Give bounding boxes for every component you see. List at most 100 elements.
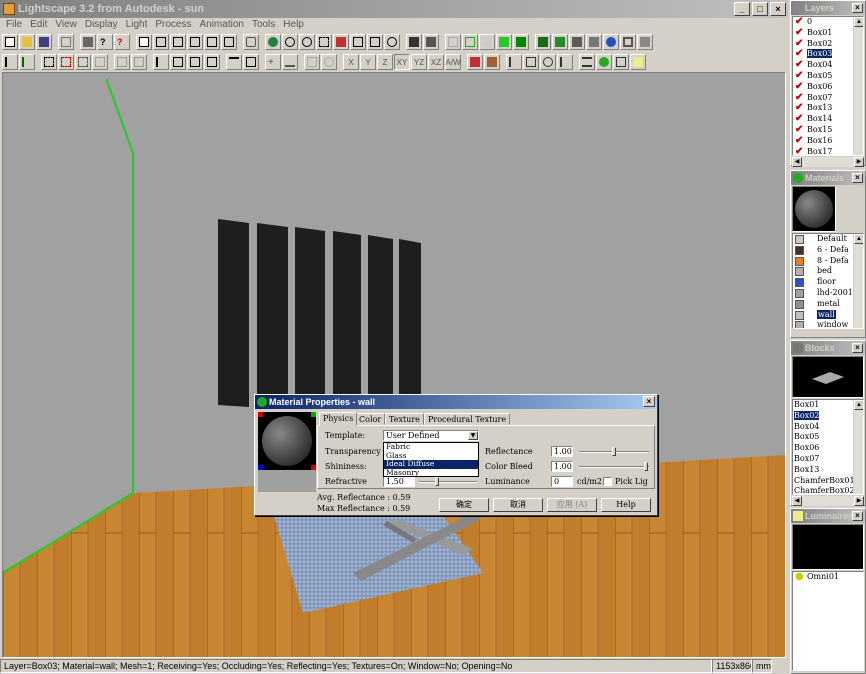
- plane-xy-button[interactable]: XY: [394, 54, 410, 70]
- view-right-icon[interactable]: [204, 34, 220, 50]
- select-plus-icon[interactable]: [19, 54, 35, 70]
- add-point-icon[interactable]: +: [265, 54, 281, 70]
- display-icon[interactable]: [637, 34, 653, 50]
- select-window-icon[interactable]: [41, 54, 57, 70]
- undo-button[interactable]: [58, 34, 74, 50]
- menu-tools[interactable]: Tools: [248, 18, 279, 32]
- properties-icon[interactable]: [243, 54, 259, 70]
- zoom-icon[interactable]: [299, 34, 315, 50]
- dialog-close-button[interactable]: ×: [643, 396, 655, 407]
- close-button[interactable]: ×: [770, 2, 786, 16]
- person-icon[interactable]: [506, 54, 522, 70]
- wire-cube-icon[interactable]: [445, 34, 461, 50]
- layer-visible-checkbox[interactable]: ✔: [795, 146, 805, 155]
- apply-button[interactable]: 应用 (A): [547, 498, 597, 512]
- world-axis-button[interactable]: A/W: [445, 54, 461, 70]
- menu-help[interactable]: Help: [279, 18, 308, 32]
- globe-icon[interactable]: [603, 34, 619, 50]
- zoom-window-icon[interactable]: [316, 34, 332, 50]
- refractive-slider[interactable]: [419, 481, 477, 483]
- luminaires-panel-title[interactable]: Luminaires ×: [791, 509, 865, 523]
- eye-icon[interactable]: [265, 34, 281, 50]
- copy-icon[interactable]: [114, 54, 130, 70]
- blocks-list[interactable]: Box01 Box02 Box04 Box05 Box06 Box07 Box13 Chamf…: [792, 399, 864, 495]
- sun-icon[interactable]: [540, 54, 556, 70]
- rotate-icon[interactable]: [384, 34, 400, 50]
- layers-list[interactable]: ✔ 0 ✔ Box01 ✔ Box02 ✔ Box03 ✔ Box04 ✔ Box05 ✔ Box06 ✔ B…: [792, 16, 864, 156]
- layers-panel-title[interactable]: Layers ×: [791, 1, 865, 15]
- process-step-icon[interactable]: [552, 34, 568, 50]
- blocks-panel-title[interactable]: Blocks ×: [791, 341, 865, 355]
- color-bleed-slider[interactable]: [579, 466, 649, 468]
- menu-light[interactable]: Light: [122, 18, 152, 32]
- pick-object-icon[interactable]: [187, 54, 203, 70]
- refractive-slider-thumb[interactable]: [435, 477, 439, 486]
- move-icon[interactable]: [304, 54, 320, 70]
- cancel-button[interactable]: 取消: [493, 498, 543, 512]
- select-arrow-icon[interactable]: [2, 54, 18, 70]
- luminaires-list[interactable]: ● Omni01: [792, 571, 864, 671]
- save-button[interactable]: [36, 34, 52, 50]
- minimize-button[interactable]: _: [734, 2, 750, 16]
- view-front-icon[interactable]: [153, 34, 169, 50]
- luminaire-row[interactable]: ● Omni01: [793, 572, 863, 583]
- rotate-object-icon[interactable]: [321, 54, 337, 70]
- axis-z-button[interactable]: Z: [377, 54, 393, 70]
- layers-close-button[interactable]: ×: [852, 3, 863, 13]
- wire-cube-green-icon[interactable]: [462, 34, 478, 50]
- select-fence-icon[interactable]: [75, 54, 91, 70]
- paste-icon[interactable]: [131, 54, 147, 70]
- layer-visible-checkbox[interactable]: ✔: [795, 38, 805, 49]
- refractive-field[interactable]: 1.50: [383, 476, 415, 487]
- luminance-field[interactable]: 0: [551, 476, 573, 487]
- material-edit-icon[interactable]: [467, 54, 483, 70]
- materials-toggle-icon[interactable]: [596, 54, 612, 70]
- app-title-bar[interactable]: Lightscape 3.2 from Autodesk - sun _ □ ×: [0, 0, 788, 18]
- materials-panel-title[interactable]: Materials ×: [791, 171, 865, 185]
- list-icon[interactable]: [226, 54, 242, 70]
- plane-yz-button[interactable]: YZ: [411, 54, 427, 70]
- layers-scrollbar[interactable]: ▲: [853, 17, 863, 155]
- menu-view[interactable]: View: [51, 18, 81, 32]
- axis-y-button[interactable]: Y: [360, 54, 376, 70]
- zoom-extents-icon[interactable]: [350, 34, 366, 50]
- menu-file[interactable]: File: [2, 18, 26, 32]
- materials-scrollbar[interactable]: ▲: [853, 234, 863, 328]
- plane-xz-button[interactable]: XZ: [428, 54, 444, 70]
- layer-visible-checkbox[interactable]: ✔: [795, 81, 805, 92]
- light-tool-icon[interactable]: [523, 54, 539, 70]
- render-window-icon[interactable]: [423, 34, 439, 50]
- layer-visible-checkbox[interactable]: ✔: [795, 114, 805, 124]
- blocks-scrollbar[interactable]: ▲: [853, 400, 863, 494]
- layer-visible-checkbox[interactable]: ✔: [795, 17, 805, 27]
- tab-procedural-texture[interactable]: Procedural Texture: [424, 413, 511, 425]
- pan-icon[interactable]: [333, 34, 349, 50]
- view-top-icon[interactable]: [221, 34, 237, 50]
- camera-icon[interactable]: [243, 34, 259, 50]
- color-bleed-field[interactable]: 1.00: [551, 461, 573, 472]
- process-start-icon[interactable]: [535, 34, 551, 50]
- materials-close-button[interactable]: ×: [852, 173, 863, 183]
- pointer-icon[interactable]: [153, 54, 169, 70]
- tab-color[interactable]: Color: [355, 413, 386, 425]
- pick-surface-icon[interactable]: [170, 54, 186, 70]
- template-dropdown-list[interactable]: Fabric Glass Ideal Diffuse Masonry: [383, 442, 479, 477]
- light-icon[interactable]: [586, 34, 602, 50]
- menu-animation[interactable]: Animation: [195, 18, 247, 32]
- luminaires-toggle-icon[interactable]: [630, 54, 646, 70]
- print-button[interactable]: [80, 34, 96, 50]
- layer-visible-checkbox[interactable]: ✔: [795, 103, 805, 113]
- layers-hscrollbar[interactable]: ◀ ▶: [792, 157, 864, 167]
- material-pick-icon[interactable]: [484, 54, 500, 70]
- maximize-button[interactable]: □: [752, 2, 768, 16]
- axis-x-button[interactable]: X: [343, 54, 359, 70]
- layer-visible-checkbox[interactable]: ✔: [795, 135, 805, 146]
- layer-visible-checkbox[interactable]: ✔: [795, 70, 805, 81]
- chevron-down-icon[interactable]: ▼: [468, 431, 478, 440]
- menu-display[interactable]: Display: [81, 18, 122, 32]
- new-file-button[interactable]: [2, 34, 18, 50]
- blocks-close-button[interactable]: ×: [852, 343, 863, 353]
- dialog-title-bar[interactable]: Material Properties - wall ×: [255, 395, 657, 409]
- reflectance-slider-thumb[interactable]: [612, 447, 616, 456]
- tab-texture[interactable]: Texture: [385, 413, 424, 425]
